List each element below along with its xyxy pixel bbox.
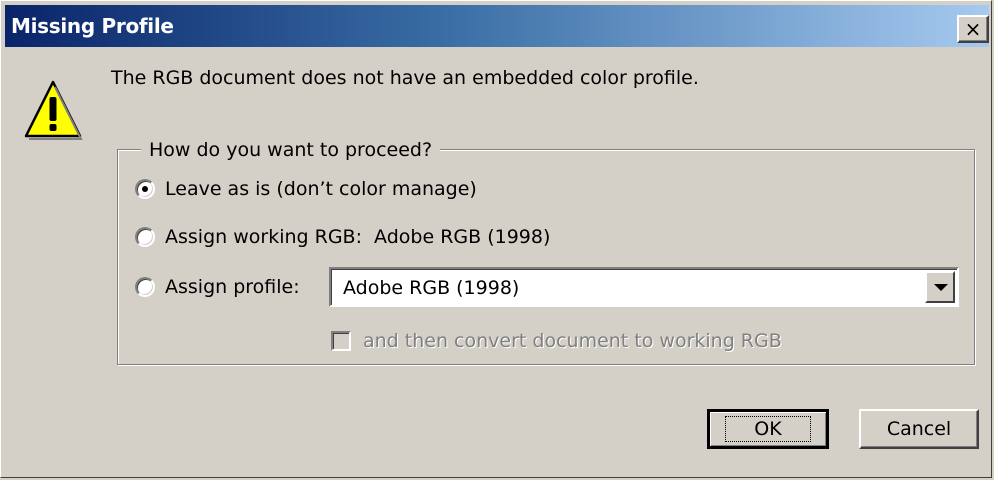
message-text: The RGB document does not have an embedd… — [111, 67, 699, 89]
radio-label: Assign working RGB: Adobe RGB (1998) — [165, 226, 551, 248]
radio-leave-as-is[interactable]: Leave as is (don’t color manage) — [135, 175, 477, 203]
chevron-down-icon[interactable] — [925, 271, 955, 303]
profile-select-value: Adobe RGB (1998) — [343, 277, 520, 299]
convert-checkbox — [331, 331, 351, 351]
window-title: Missing Profile — [11, 14, 174, 38]
profile-select[interactable]: Adobe RGB (1998) — [329, 267, 959, 307]
close-icon: × — [964, 17, 982, 41]
radio-button-checked[interactable] — [135, 179, 155, 199]
title-bar[interactable]: Missing Profile × — [5, 5, 989, 47]
radio-assign-working-rgb[interactable]: Assign working RGB: Adobe RGB (1998) — [135, 223, 550, 251]
ok-button-label: OK — [725, 416, 811, 442]
cancel-button-label: Cancel — [886, 418, 952, 440]
convert-checkbox-row: and then convert document to working RGB — [331, 327, 782, 355]
cancel-button[interactable]: Cancel — [859, 409, 979, 449]
radio-assign-profile[interactable]: Assign profile: — [135, 273, 300, 301]
groupbox-legend: How do you want to proceed? — [141, 139, 441, 161]
radio-label: Leave as is (don’t color manage) — [165, 178, 477, 200]
ok-button[interactable]: OK — [707, 409, 829, 449]
warning-icon — [24, 80, 83, 140]
close-button[interactable]: × — [957, 15, 989, 43]
missing-profile-dialog: Missing Profile × The RGB document does … — [0, 0, 992, 478]
radio-label: Assign profile: — [165, 276, 300, 298]
radio-button[interactable] — [135, 227, 155, 247]
radio-button[interactable] — [135, 277, 155, 297]
convert-checkbox-label: and then convert document to working RGB — [363, 330, 782, 352]
